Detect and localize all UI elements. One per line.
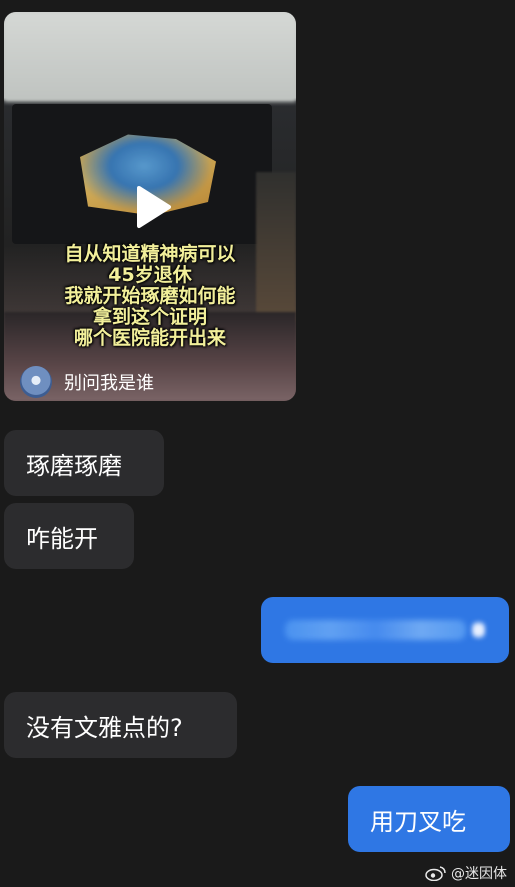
message-text: 琢磨琢磨 (26, 451, 122, 480)
message-text: 咋能开 (26, 524, 98, 553)
watermark-text: @迷因体 (451, 866, 507, 882)
watermark: @迷因体 (425, 863, 507, 883)
avatar (20, 366, 52, 398)
video-thumbnail-background (4, 12, 296, 102)
message-bubble-incoming[interactable]: 咋能开 (4, 503, 134, 569)
author-name: 别问我是谁 (64, 373, 154, 394)
message-bubble-incoming[interactable]: 琢磨琢磨 (4, 430, 164, 496)
redacted-text (285, 620, 467, 640)
redacted-emoji (472, 618, 485, 642)
message-bubble-outgoing-redacted[interactable] (261, 597, 509, 663)
video-author[interactable]: 别问我是谁 (20, 365, 154, 399)
message-text: 没有文雅点的? (26, 713, 183, 742)
shared-video-card[interactable]: 自从知道精神病可以 45岁退休 我就开始琢磨如何能 拿到这个证明 哪个医院能开出… (4, 12, 296, 401)
weibo-icon (425, 866, 446, 881)
message-bubble-incoming[interactable]: 没有文雅点的? (4, 692, 237, 758)
video-caption: 自从知道精神病可以 45岁退休 我就开始琢磨如何能 拿到这个证明 哪个医院能开出… (64, 243, 236, 349)
message-bubble-outgoing[interactable]: 用刀叉吃 (348, 786, 510, 852)
message-text: 用刀叉吃 (370, 807, 466, 836)
play-icon[interactable] (133, 184, 173, 230)
